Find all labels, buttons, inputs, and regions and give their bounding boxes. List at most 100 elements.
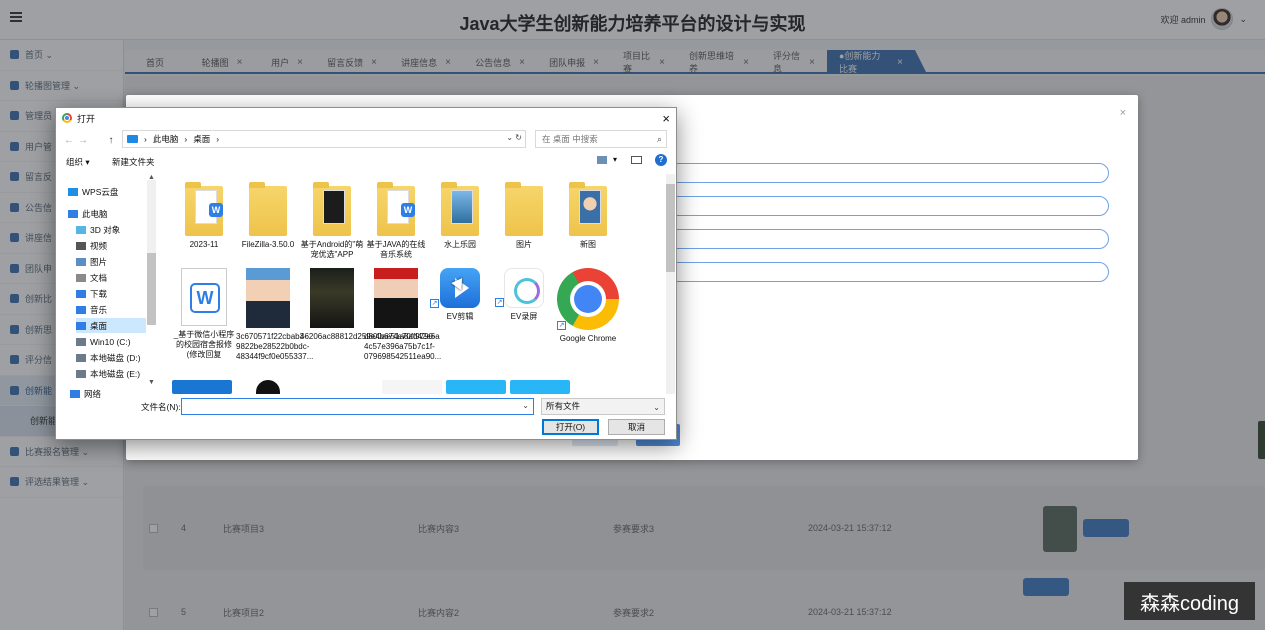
filename-row: 文件名(N): ⌄ 所有文件 ⌄ (56, 398, 676, 416)
nav-item[interactable]: 此电脑 (68, 206, 146, 221)
drive-icon (76, 353, 86, 362)
nav-item[interactable]: 下载 (76, 286, 146, 301)
nav-item-label: 本地磁盘 (E:) (90, 368, 141, 379)
file-item[interactable]: ↗ Google Chrome (556, 268, 620, 344)
nav-item-label: 图片 (90, 256, 108, 267)
folder-item[interactable]: 基于Android的"萌宠优选"APP (300, 182, 364, 260)
file-name: 3c670571f22cbab3-9822be28522b0bdc-48344f… (236, 332, 314, 361)
file-open-dialog: 打开 × ← → ↑ › 此电脑 › 桌面 › ⌄ ↻ 在 桌面 中搜索 ⌕ 组… (55, 107, 677, 440)
chevron-down-icon[interactable]: ⌄ (522, 401, 529, 410)
file-name: Google Chrome (559, 334, 617, 343)
form-input[interactable] (666, 196, 1109, 216)
folder-item[interactable]: 图片 (492, 182, 556, 250)
file-name: d800ae51a8af9790-4c57e396a75b7c1f-079698… (364, 332, 442, 361)
folder-item[interactable]: 水上乐园 (428, 182, 492, 250)
nav-item-label: 视频 (90, 240, 108, 251)
file-item[interactable]: 3c670571f22cbab3-9822be28522b0bdc-48344f… (236, 268, 314, 362)
cancel-button[interactable]: 取消 (608, 419, 665, 435)
folder-icon (441, 182, 479, 236)
breadcrumb-this-pc[interactable]: 此电脑 (153, 133, 179, 145)
nav-item[interactable]: 本地磁盘 (D:) (76, 350, 146, 365)
wps-icon: W (401, 203, 415, 217)
nav-item[interactable]: 本地磁盘 (E:) (76, 366, 146, 381)
folder-item[interactable]: 新图 (556, 182, 620, 250)
file-grid: W 2023-11 FileZilla-3.50.0 基于Android的"萌宠优选"… (166, 174, 664, 394)
nav-item[interactable]: 3D 对象 (76, 222, 146, 237)
desktop-icon (76, 321, 86, 330)
up-arrow-icon[interactable]: ↑ (104, 135, 118, 146)
files-scrollbar-thumb[interactable] (666, 184, 675, 272)
chevron-down-icon[interactable]: ⌄ (653, 400, 660, 415)
nav-item[interactable]: Win10 (C:) (76, 334, 146, 349)
drive-icon (76, 369, 86, 378)
filetype-select[interactable]: 所有文件 ⌄ (541, 398, 665, 415)
back-arrow-icon[interactable]: ← (62, 135, 76, 146)
file-name: 水上乐园 (444, 240, 476, 249)
folder-item[interactable]: W 基于JAVA的在线音乐系统 (364, 182, 428, 260)
form-input[interactable] (666, 163, 1109, 183)
file-name: FileZilla-3.50.0 (241, 240, 295, 249)
breadcrumb-separator: › (216, 134, 220, 144)
help-icon[interactable]: ? (655, 154, 667, 166)
file-item[interactable]: ↗ EV剪辑 (428, 268, 492, 322)
folder-item[interactable]: W 2023-11 (172, 182, 236, 250)
close-icon[interactable]: × (1120, 107, 1126, 119)
nav-scrollbar-thumb[interactable] (147, 253, 156, 325)
file-item[interactable]: d800ae51a8af9790-4c57e396a75b7c1f-079698… (364, 268, 442, 362)
nav-item[interactable]: 图片 (76, 254, 146, 269)
file-item-partial[interactable] (256, 380, 280, 394)
file-item[interactable]: W _基于微信小程序的校园宿舍报修(修改回复 (172, 268, 236, 360)
nav-item[interactable]: 视频 (76, 238, 146, 253)
file-item[interactable]: ↗ EV录屏 (492, 268, 556, 322)
preview-pane-icon[interactable] (631, 156, 642, 164)
view-mode-icon[interactable] (597, 156, 607, 164)
view-dropdown-icon[interactable]: ▾ (613, 155, 617, 164)
chrome-icon: ↗ (557, 268, 619, 330)
nav-item[interactable]: 桌面 (76, 318, 146, 333)
folder-icon (249, 182, 287, 236)
nav-item-label: 文档 (90, 272, 108, 283)
image-thumbnail (310, 268, 354, 328)
file-item-partial[interactable] (172, 380, 232, 394)
filename-input[interactable]: ⌄ (181, 398, 534, 415)
folder-item[interactable]: FileZilla-3.50.0 (236, 182, 300, 250)
image-thumbnail (374, 268, 418, 328)
filetype-value: 所有文件 (546, 401, 581, 411)
file-name: 新图 (580, 240, 596, 249)
ev-recorder-icon: ↗ (495, 268, 544, 308)
file-item-partial[interactable] (446, 380, 506, 394)
open-button[interactable]: 打开(O) (542, 419, 599, 435)
nav-item[interactable]: 文档 (76, 270, 146, 285)
nav-item[interactable]: WPS云盘 (68, 184, 146, 199)
drive-icon (76, 337, 86, 346)
nav-item-label: 桌面 (90, 320, 108, 331)
search-input[interactable]: 在 桌面 中搜索 ⌕ (535, 130, 667, 148)
forward-arrow-icon[interactable]: → (76, 135, 90, 146)
breadcrumb-desktop[interactable]: 桌面 (193, 133, 210, 145)
3d-objects-icon (76, 225, 86, 234)
address-bar[interactable]: › 此电脑 › 桌面 › ⌄ ↻ (122, 130, 526, 148)
side-widget[interactable] (1258, 421, 1265, 459)
search-icon[interactable]: ⌕ (657, 134, 662, 145)
organize-button[interactable]: 组织 ▾ (66, 156, 90, 168)
close-icon[interactable]: × (662, 111, 670, 126)
dialog-title: 打开 (77, 113, 96, 124)
file-item-partial[interactable] (382, 380, 442, 394)
breadcrumb-separator: › (144, 134, 147, 144)
nav-scroll-down-icon[interactable]: ▼ (148, 379, 155, 386)
refresh-icon[interactable]: ⌄ ↻ (506, 133, 522, 142)
form-input[interactable] (666, 262, 1109, 282)
form-input[interactable] (666, 229, 1109, 249)
file-item[interactable]: 46206ac88812d259e4b674e70fd42e6a (300, 268, 440, 342)
shortcut-arrow-icon: ↗ (557, 321, 566, 330)
new-folder-button[interactable]: 新建文件夹 (112, 156, 155, 168)
folder-icon (505, 182, 543, 236)
computer-icon (68, 209, 78, 218)
file-name: _基于微信小程序的校园宿舍报修(修改回复 (173, 330, 235, 359)
wps-icon: W (190, 283, 220, 313)
nav-item[interactable]: 音乐 (76, 302, 146, 317)
wps-icon: W (209, 203, 223, 217)
file-item-partial[interactable] (510, 380, 570, 394)
folder-icon (569, 182, 607, 236)
nav-item-label: 下载 (90, 288, 108, 299)
